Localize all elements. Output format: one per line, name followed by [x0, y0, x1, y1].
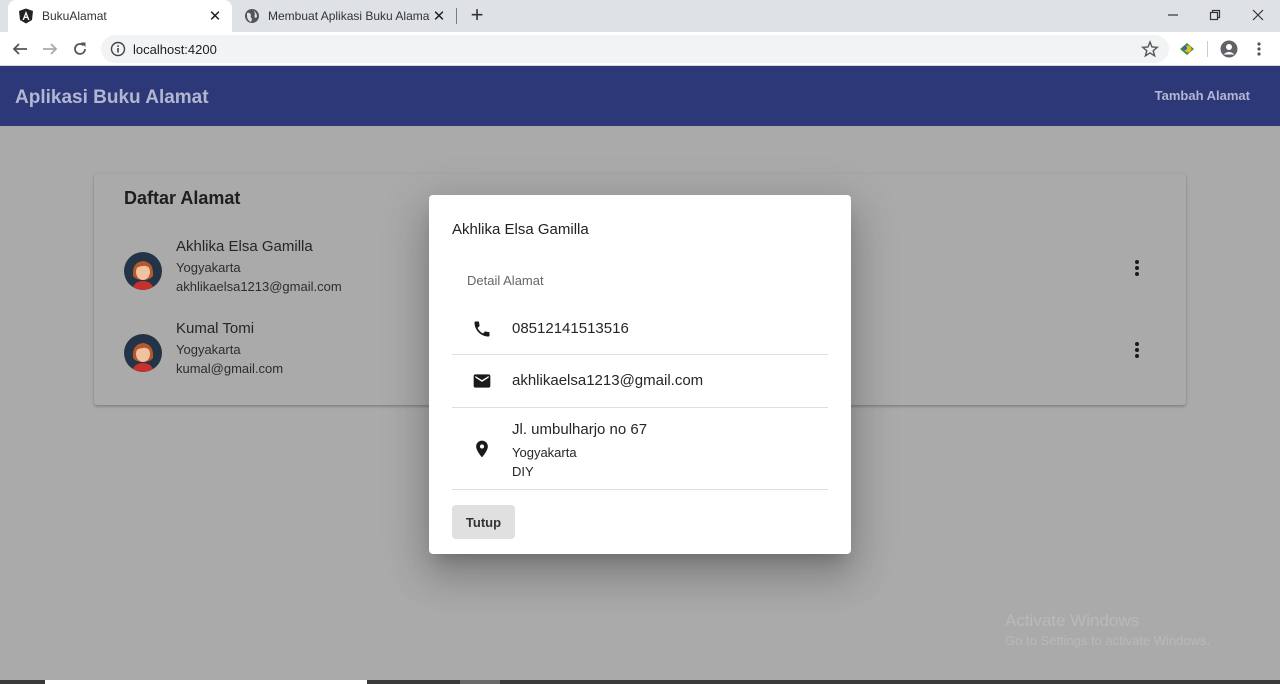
address-bar[interactable]: localhost:4200: [101, 35, 1169, 63]
phone-number: 08512141513516: [512, 320, 629, 337]
new-tab-icon[interactable]: +: [466, 4, 488, 28]
address-city: Yogyakarta: [512, 445, 577, 460]
taskbar-segment: [460, 680, 500, 684]
close-button[interactable]: Tutup: [452, 505, 515, 539]
divider: [452, 407, 828, 408]
browser-menu-icon[interactable]: [1250, 40, 1268, 58]
more-vert-icon[interactable]: [1126, 338, 1148, 362]
divider: [452, 354, 828, 355]
tab-membuat-aplikasi[interactable]: Membuat Aplikasi Buku Alamat M ✕: [234, 0, 456, 32]
contact-name: Akhlika Elsa Gamilla: [176, 238, 313, 255]
tab-close-icon[interactable]: ✕: [206, 7, 224, 25]
contact-email: kumal@gmail.com: [176, 361, 284, 376]
avatar: [124, 334, 162, 372]
url-text: localhost:4200: [133, 42, 217, 57]
dialog-title: Akhlika Elsa Gamilla: [452, 221, 589, 238]
app-title: Aplikasi Buku Alamat: [15, 87, 209, 108]
contact-city: Yogyakarta: [176, 342, 241, 357]
contact-email: akhlikaelsa1213@gmail.com: [176, 279, 342, 294]
address-row[interactable]: Jl. umbulharjo no 67 Yogyakarta DIY: [452, 419, 828, 479]
info-icon[interactable]: [110, 41, 126, 57]
globe-icon: [244, 8, 260, 24]
taskbar-segment: [45, 680, 367, 684]
angular-icon: [18, 8, 34, 24]
extension-icon[interactable]: [1178, 40, 1196, 58]
phone-row[interactable]: 08512141513516: [452, 315, 828, 355]
more-vert-icon[interactable]: [1126, 256, 1148, 280]
contact-city: Yogyakarta: [176, 260, 241, 275]
back-arrow-icon[interactable]: [9, 38, 31, 60]
browser-toolbar: localhost:4200: [0, 32, 1280, 66]
contact-detail-dialog: Akhlika Elsa Gamilla Detail Alamat 08512…: [429, 195, 851, 554]
toolbar-divider: [1207, 41, 1208, 57]
avatar: [124, 252, 162, 290]
address-province: DIY: [512, 464, 534, 479]
tab-separator: [456, 8, 457, 24]
address-street: Jl. umbulharjo no 67: [512, 421, 648, 438]
activation-watermark-title: Activate Windows: [1005, 611, 1140, 630]
email-address: akhlikaelsa1213@gmail.com: [512, 372, 704, 389]
forward-arrow-icon[interactable]: [39, 38, 61, 60]
email-row[interactable]: akhlikaelsa1213@gmail.com: [452, 367, 828, 407]
mail-icon: [470, 369, 494, 393]
tab-bukualamat[interactable]: BukuAlamat ✕: [8, 0, 232, 32]
minimize-icon[interactable]: [1158, 3, 1188, 27]
bookmark-star-icon[interactable]: [1140, 40, 1160, 58]
tab-title: BukuAlamat: [42, 9, 107, 23]
tab-title: Membuat Aplikasi Buku Alamat M: [268, 9, 430, 23]
location-pin-icon: [470, 437, 494, 461]
dialog-subheader: Detail Alamat: [467, 273, 544, 288]
reload-icon[interactable]: [69, 38, 91, 60]
tab-close-icon[interactable]: ✕: [430, 7, 448, 25]
browser-tab-strip: BukuAlamat ✕ Membuat Aplikasi Buku Alama…: [0, 0, 1280, 32]
window-close-icon[interactable]: [1243, 3, 1273, 27]
app-toolbar: Aplikasi Buku Alamat Tambah Alamat: [0, 66, 1280, 126]
list-title: Daftar Alamat: [124, 188, 241, 208]
add-address-button[interactable]: Tambah Alamat: [1155, 88, 1250, 103]
contact-name: Kumal Tomi: [176, 320, 255, 337]
profile-avatar-icon[interactable]: [1220, 40, 1238, 58]
activation-watermark-subtitle: Go to Settings to activate Windows.: [1005, 633, 1211, 648]
divider: [452, 489, 828, 490]
restore-icon[interactable]: [1200, 3, 1230, 27]
phone-icon: [470, 317, 494, 341]
